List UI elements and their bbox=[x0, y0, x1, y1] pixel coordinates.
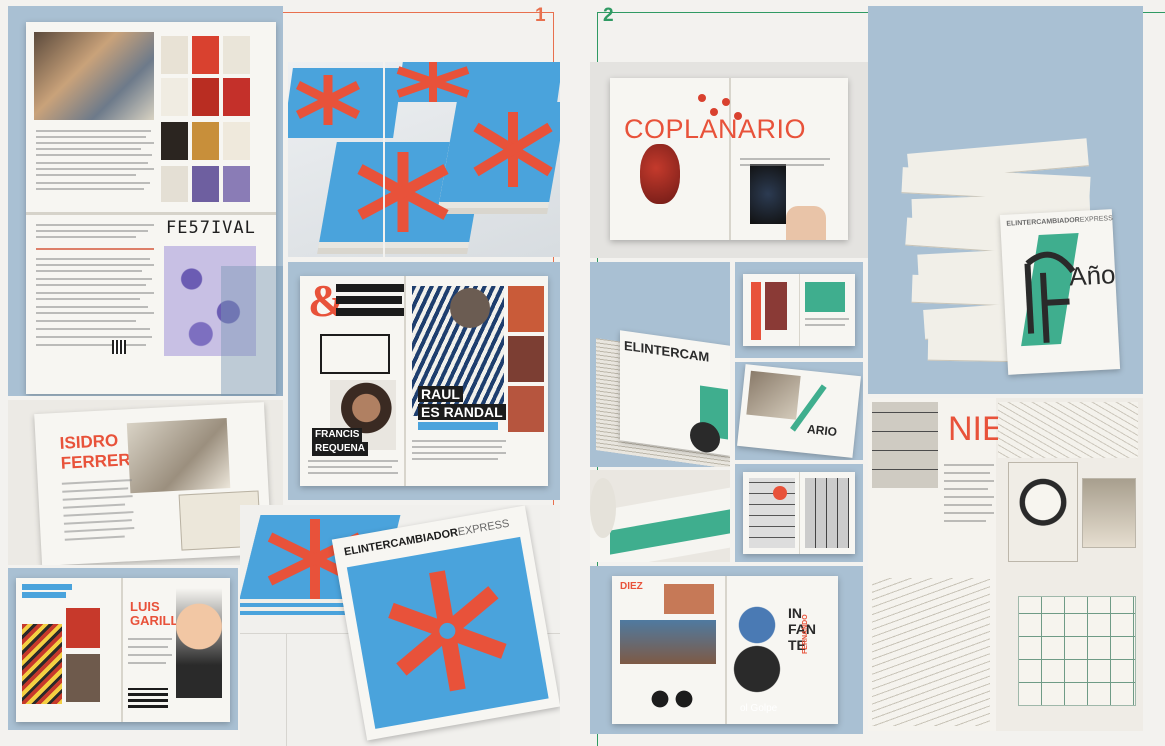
magazine-spread: ARIO bbox=[737, 364, 861, 458]
ano-text: Año bbox=[1068, 259, 1117, 292]
masthead-light-small: EXPRESS bbox=[1079, 215, 1113, 224]
poster-8 bbox=[192, 122, 219, 160]
poster-3 bbox=[223, 36, 250, 74]
poster-1 bbox=[161, 36, 188, 74]
infante-line-1: IN bbox=[788, 605, 802, 621]
pattern-image bbox=[22, 624, 62, 704]
line-art-figure bbox=[1024, 251, 1076, 343]
landscape-photo bbox=[620, 620, 716, 664]
newspaper-spread: & FRANCIS REQUENA RAUL ES RANDAL bbox=[300, 276, 548, 486]
snowflake-logo bbox=[396, 62, 470, 102]
studio-photo bbox=[34, 32, 154, 120]
diez-text: DIEZ bbox=[620, 581, 643, 592]
fernando-text: FERNANDO bbox=[802, 614, 809, 654]
snowflake-logo bbox=[473, 112, 553, 187]
photo-1 bbox=[66, 608, 100, 648]
holding-hand bbox=[786, 206, 826, 240]
comic-portrait bbox=[1008, 462, 1078, 562]
sketch-figures bbox=[872, 578, 990, 726]
poster-12 bbox=[223, 166, 250, 202]
poster-4 bbox=[161, 78, 188, 116]
requena-text: REQUENA bbox=[312, 442, 369, 456]
photo-nie-spread: NIE bbox=[868, 398, 1143, 731]
festival-title: FE57IVAL bbox=[166, 218, 256, 238]
newspaper-spread: COPLANARIO bbox=[610, 78, 848, 240]
poster-7 bbox=[161, 122, 188, 160]
poster-9 bbox=[223, 122, 250, 160]
illustration-3 bbox=[508, 386, 544, 432]
photo-infante-spread: DIEZ IN FAN TE FERNANDO ol Golpe bbox=[590, 566, 863, 734]
masthead-small: ELINTERCAMBIADOREXPRESS bbox=[1006, 215, 1113, 228]
isidro-text: ISIDRO bbox=[59, 430, 119, 453]
poster-5 bbox=[192, 78, 219, 116]
masthead-bold-small: ELINTERCAMBIADOR bbox=[1006, 216, 1080, 228]
nie-text: NIE bbox=[948, 410, 1005, 448]
photo-paper-stacks bbox=[288, 62, 560, 257]
hand-illustration bbox=[750, 164, 786, 224]
heart-illustration bbox=[640, 144, 680, 204]
newspaper-spread bbox=[743, 274, 855, 346]
photo-festival-spread: FE57IVAL bbox=[8, 6, 283, 396]
infante-portrait bbox=[732, 592, 782, 702]
paper-fold bbox=[26, 212, 276, 215]
front-cover: ELINTERCAMBIADOREXPRESS bbox=[331, 505, 560, 741]
photo-ario-spread: ARIO bbox=[735, 362, 863, 460]
page-number-2: 2 bbox=[603, 5, 614, 26]
qr-code bbox=[112, 340, 126, 354]
golpe-text: ol Golpe bbox=[740, 703, 778, 714]
illustration-2 bbox=[508, 336, 544, 382]
ferrer-text: FERRER bbox=[60, 450, 132, 473]
newspaper-spread bbox=[743, 472, 855, 554]
small-photo bbox=[664, 584, 714, 614]
page-number-1: 1 bbox=[535, 5, 546, 26]
poster-2 bbox=[192, 36, 219, 74]
photo-cover-table: ELINTERCAMBIADOREXPRESS bbox=[240, 505, 560, 746]
snowflake-logo bbox=[388, 570, 507, 692]
sketch-photo bbox=[126, 418, 231, 494]
floorplan-sketch bbox=[1018, 596, 1136, 706]
intercam-text: ELINTERCAM bbox=[624, 337, 710, 365]
newspaper-spread: LUIS GARILLO bbox=[16, 578, 230, 722]
spread-photo bbox=[746, 370, 801, 420]
snowflake-logo bbox=[357, 152, 449, 232]
photo-2 bbox=[66, 654, 100, 702]
snowflake-logo bbox=[295, 75, 361, 125]
ario-text: ARIO bbox=[806, 421, 838, 440]
stack-top-cover: ELINTERCAM bbox=[620, 330, 730, 456]
photo-stack-side: ELINTERCAM bbox=[590, 262, 730, 467]
photo-requena-spread: & FRANCIS REQUENA RAUL ES RANDAL bbox=[288, 262, 560, 500]
black-figures bbox=[642, 682, 702, 716]
francis-text: FRANCIS bbox=[312, 428, 363, 442]
photo-coplanario-spread: COPLANARIO bbox=[590, 62, 868, 258]
cartoon-portrait bbox=[176, 588, 222, 698]
poster-10 bbox=[161, 166, 188, 202]
page-1-top-rule bbox=[283, 12, 553, 13]
poster-11 bbox=[192, 166, 219, 202]
illustration-1 bbox=[508, 286, 544, 332]
top-sketch bbox=[998, 402, 1138, 458]
photo-newspaper-stack: ELINTERCAMBIADOREXPRESS Año bbox=[868, 6, 1143, 394]
ano-cover: ELINTERCAMBIADOREXPRESS Año bbox=[999, 209, 1121, 375]
poster-6 bbox=[223, 78, 250, 116]
comic-panels-left bbox=[872, 402, 938, 488]
magazine-spread: ISIDRO FERRER bbox=[34, 402, 272, 565]
luis-text: LUIS bbox=[130, 599, 160, 614]
photo-small-spread-1 bbox=[735, 262, 863, 358]
photo-comic-spread bbox=[735, 464, 863, 562]
photo-rolled-paper bbox=[590, 470, 730, 562]
newspaper-spread: DIEZ IN FAN TE FERNANDO ol Golpe bbox=[612, 576, 838, 724]
masthead-light: EXPRESS bbox=[456, 517, 511, 539]
overlay-square bbox=[221, 266, 283, 396]
photo-panel bbox=[1082, 478, 1136, 548]
coplanario-text: COPLANARIO bbox=[624, 114, 807, 144]
raul-text: RAUL bbox=[418, 386, 463, 402]
photo-garillo-spread: LUIS GARILLO bbox=[8, 568, 238, 730]
esrandal-text: ES RANDAL bbox=[418, 404, 506, 420]
